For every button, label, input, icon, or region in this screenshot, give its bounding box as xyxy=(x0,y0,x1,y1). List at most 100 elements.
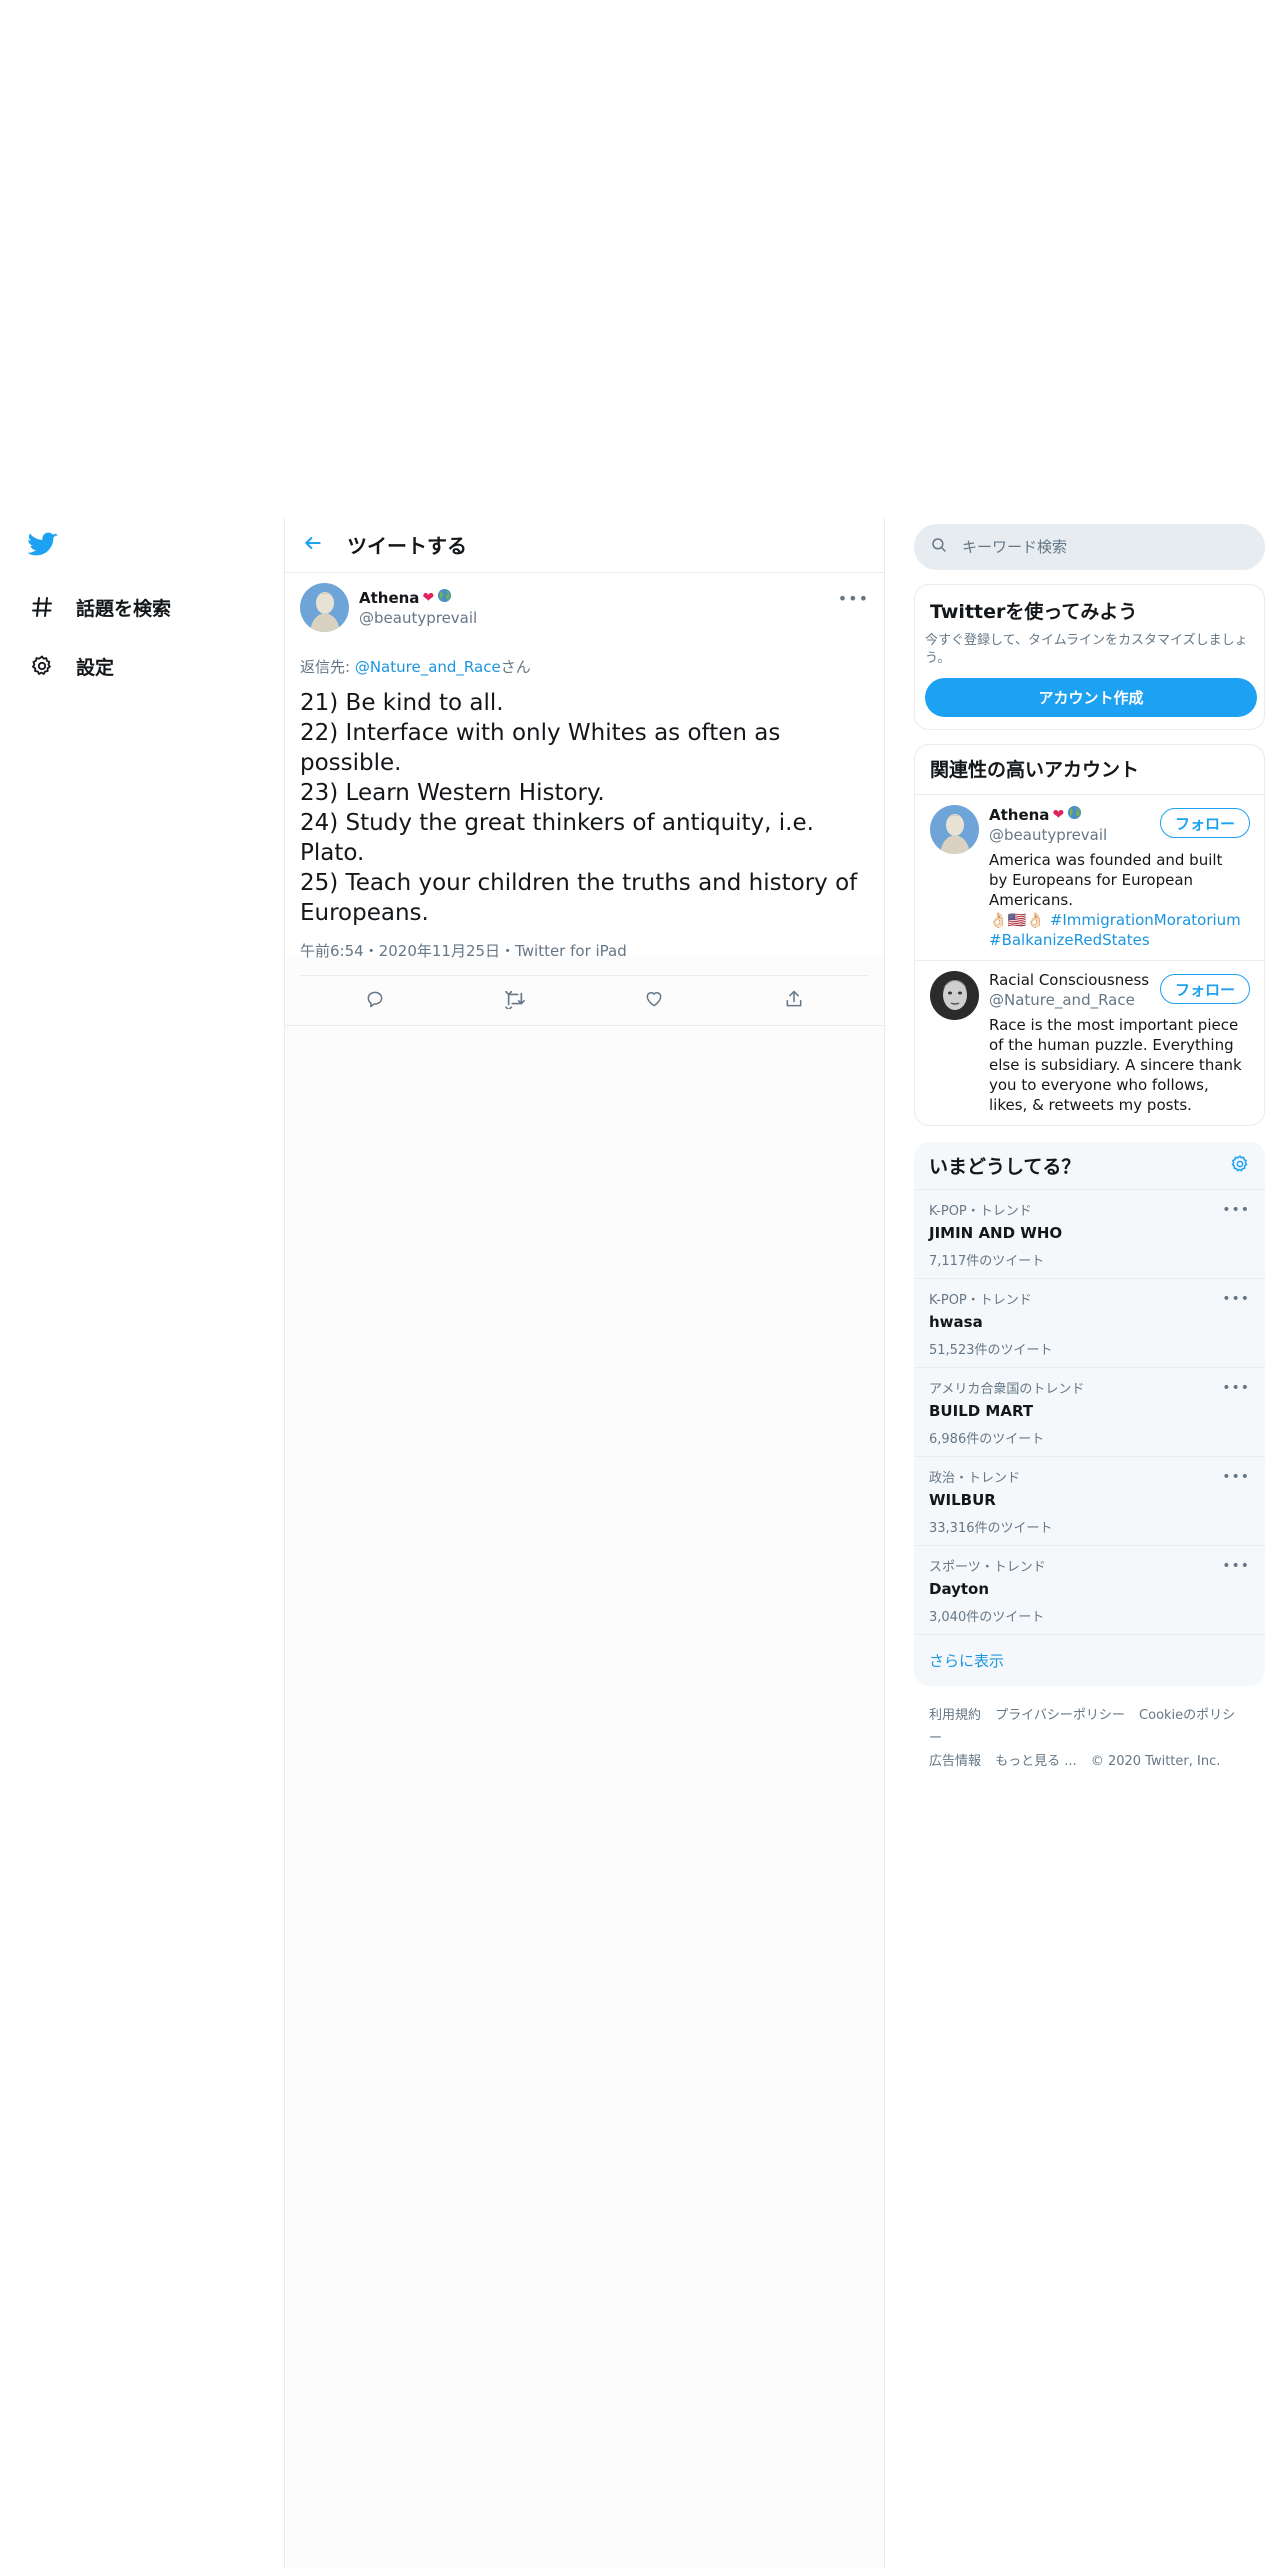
heart-emoji-icon: ❤ xyxy=(1052,806,1065,823)
trend-name: BUILD MART xyxy=(929,1402,1034,1420)
footer-link-ads[interactable]: 広告情報 xyxy=(929,1754,981,1769)
trend-item[interactable]: アメリカ合衆国のトレンド BUILD MART 6,986件のツイート ••• xyxy=(914,1368,1265,1457)
reply-icon xyxy=(365,989,385,1013)
main-column: ツイートする Athena ❤ @beautyprevail ••• 返信先: … xyxy=(284,517,885,2568)
footer-link-privacy[interactable]: プライバシーポリシー xyxy=(995,1708,1125,1723)
account-item[interactable]: Racial Consciousness @Nature_and_Race Ra… xyxy=(915,961,1264,1125)
footer-link-more[interactable]: もっと見る ... xyxy=(995,1754,1077,1769)
gear-icon[interactable] xyxy=(1230,1154,1250,1178)
trend-context: K-POP・トレンド xyxy=(929,1293,1032,1308)
share-button[interactable] xyxy=(774,981,814,1021)
nav-explore[interactable]: 話題を検索 xyxy=(28,587,171,627)
retweet-button[interactable] xyxy=(495,981,535,1021)
trends-header: いまどうしてる？ xyxy=(914,1142,1265,1190)
trends-card: いまどうしてる？ K-POP・トレンド JIMIN AND WHO 7,117件… xyxy=(914,1142,1265,1686)
avatar[interactable] xyxy=(300,583,349,632)
account-item[interactable]: Athena ❤ @beautyprevail America was foun… xyxy=(915,795,1264,961)
tweet-source: Twitter for iPad xyxy=(515,942,627,960)
hashtag-icon xyxy=(28,593,56,621)
display-name-text: Athena xyxy=(359,588,420,607)
tweet-text: 21) Be kind to all. 22) Interface with o… xyxy=(300,688,869,928)
avatar[interactable] xyxy=(930,805,979,854)
nav-settings[interactable]: 設定 xyxy=(28,646,114,686)
page-title: ツイートする xyxy=(347,534,467,558)
trend-context: K-POP・トレンド xyxy=(929,1204,1032,1219)
trend-count: 3,040件のツイート xyxy=(929,1610,1045,1625)
signup-card: Twitterを使ってみよう 今すぐ登録して、タイムラインをカスタマイズしましょ… xyxy=(914,584,1265,730)
heart-emoji-icon: ❤ xyxy=(422,589,435,606)
bio-emoji: 👌🏻🇺🇸👌🏻 xyxy=(989,911,1046,929)
nav-settings-label: 設定 xyxy=(76,656,115,679)
hashtag-link[interactable]: #ImmigrationMoratorium xyxy=(1050,911,1241,929)
trend-item[interactable]: 政治・トレンド WILBUR 33,316件のツイート ••• xyxy=(914,1457,1265,1546)
reply-button[interactable] xyxy=(355,981,395,1021)
more-options-icon[interactable]: ••• xyxy=(1222,1380,1250,1396)
account-bio: Race is the most important piece of the … xyxy=(989,1016,1242,1114)
trend-item[interactable]: K-POP・トレンド JIMIN AND WHO 7,117件のツイート ••• xyxy=(914,1190,1265,1279)
trend-name: WILBUR xyxy=(929,1491,996,1509)
trend-item[interactable]: K-POP・トレンド hwasa 51,523件のツイート ••• xyxy=(914,1279,1265,1368)
page-header: ツイートする xyxy=(285,517,884,573)
tweet-actions xyxy=(285,976,884,1026)
search-input[interactable] xyxy=(962,538,1242,556)
more-options-icon[interactable]: ••• xyxy=(838,589,869,608)
twitter-logo-icon[interactable] xyxy=(27,532,62,566)
avatar[interactable] xyxy=(930,971,979,1020)
tweet: Athena ❤ @beautyprevail ••• 返信先: @Nature… xyxy=(285,573,884,976)
trend-name: JIMIN AND WHO xyxy=(929,1224,1063,1242)
copyright: © 2020 Twitter, Inc. xyxy=(1090,1754,1221,1769)
back-button[interactable] xyxy=(285,517,341,573)
tweet-metadata: 午前6:54・2020年11月25日・Twitter for iPad xyxy=(300,940,869,976)
tweet-line: 22) Interface with only Whites as often … xyxy=(300,720,781,776)
signup-description: 今すぐ登録して、タイムラインをカスタマイズしましょう。 xyxy=(925,633,1248,666)
tweet-time[interactable]: 午前6:54 xyxy=(300,942,364,960)
more-options-icon[interactable]: ••• xyxy=(1222,1469,1250,1485)
reply-prefix: 返信先: xyxy=(300,658,355,676)
hashtag-link[interactable]: #BalkanizeRedStates xyxy=(989,931,1150,949)
footer-link-terms[interactable]: 利用規約 xyxy=(929,1708,981,1723)
tweet-date[interactable]: 2020年11月25日 xyxy=(379,942,500,960)
globe-emoji-icon xyxy=(1067,805,1082,824)
related-accounts-card: 関連性の高いアカウント Athena ❤ @beautyprevail Amer… xyxy=(914,744,1265,1126)
account-bio: America was founded and built by Europea… xyxy=(989,850,1244,950)
trend-context: スポーツ・トレンド xyxy=(929,1560,1046,1575)
search-box[interactable] xyxy=(914,524,1265,570)
account-bio-text: America was founded and built by Europea… xyxy=(989,851,1223,909)
trend-context: 政治・トレンド xyxy=(929,1471,1021,1486)
trend-name: Dayton xyxy=(929,1580,990,1598)
display-name: Athena ❤ xyxy=(359,588,477,607)
more-options-icon[interactable]: ••• xyxy=(1222,1202,1250,1218)
signup-title: Twitterを使ってみよう xyxy=(930,601,1138,623)
trend-item[interactable]: スポーツ・トレンド Dayton 3,040件のツイート ••• xyxy=(914,1546,1265,1635)
nav-explore-label: 話題を検索 xyxy=(76,597,172,620)
tweet-line: 25) Teach your children the truths and h… xyxy=(300,870,858,926)
tweet-line: 24) Study the great thinkers of antiquit… xyxy=(300,810,814,866)
more-options-icon[interactable]: ••• xyxy=(1222,1291,1250,1307)
right-sidebar: Twitterを使ってみよう 今すぐ登録して、タイムラインをカスタマイズしましょ… xyxy=(914,524,1265,1773)
tweet-user[interactable]: Athena ❤ @beautyprevail xyxy=(359,588,477,628)
tweet-line: 21) Be kind to all. xyxy=(300,690,504,716)
meta-separator: ・ xyxy=(363,942,379,960)
gear-icon xyxy=(28,652,56,680)
reply-suffix: さん xyxy=(500,658,531,676)
reply-mention-link[interactable]: @Nature_and_Race xyxy=(355,658,501,676)
account-name-text: Athena xyxy=(989,805,1050,824)
trend-count: 51,523件のツイート xyxy=(929,1343,1053,1358)
trends-title: いまどうしてる？ xyxy=(929,1156,1081,1178)
trend-name: hwasa xyxy=(929,1313,983,1331)
trend-context: アメリカ合衆国のトレンド xyxy=(929,1382,1085,1397)
trend-count: 7,117件のツイート xyxy=(929,1254,1045,1269)
search-icon xyxy=(930,536,948,558)
meta-separator: ・ xyxy=(500,942,516,960)
share-icon xyxy=(784,989,804,1013)
show-more-link[interactable]: さらに表示 xyxy=(914,1635,1265,1686)
heart-icon xyxy=(644,989,664,1013)
arrow-left-icon xyxy=(303,533,323,557)
more-options-icon[interactable]: ••• xyxy=(1222,1558,1250,1574)
follow-button[interactable]: フォロー xyxy=(1159,808,1250,838)
follow-button[interactable]: フォロー xyxy=(1159,974,1250,1004)
trend-count: 33,316件のツイート xyxy=(929,1521,1053,1536)
tweet-line: 23) Learn Western History. xyxy=(300,780,605,806)
like-button[interactable] xyxy=(634,981,674,1021)
create-account-button[interactable]: アカウント作成 xyxy=(925,678,1257,717)
